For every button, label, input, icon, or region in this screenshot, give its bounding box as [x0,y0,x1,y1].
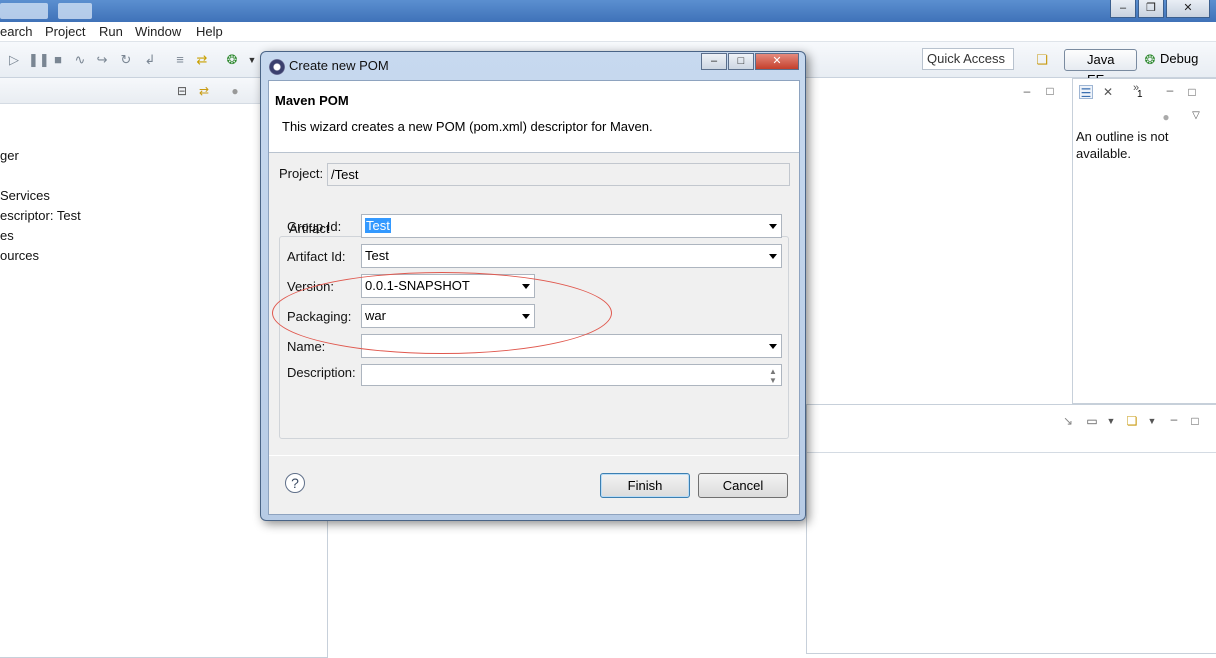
chevron-down-icon[interactable] [522,284,530,289]
project-field: /Test [327,163,790,186]
menu-bar: earch Project Run Window Help [0,22,1216,42]
suspend-icon[interactable]: ❚❚ [28,52,50,68]
scroll-arrows-icon[interactable]: ▲ ▼ [767,367,779,385]
outline-panel: ☰ ✕ » 1 – □ ● ▽ [1072,78,1216,404]
tree-item[interactable]: ger [0,148,19,163]
group-id-label: Group Id: [287,219,342,234]
wizard-banner: Maven POM This wizard creates a new POM … [269,81,799,153]
link-with-editor-icon[interactable]: ⇄ [197,84,211,98]
version-label: Version: [287,279,334,294]
tree-item[interactable]: Services [0,188,50,203]
step-return-icon[interactable]: ↲ [142,52,158,68]
maximize-icon[interactable]: □ [1188,414,1202,428]
sync-icon[interactable]: ● [1159,110,1173,124]
packaging-value: war [365,308,386,323]
debug-icon[interactable]: ❂ [224,52,240,68]
outline-header: ☰ ✕ » 1 – □ [1073,79,1216,105]
dialog-body: Maven POM This wizard creates a new POM … [268,80,800,515]
close-icon[interactable]: ✕ [1166,0,1210,18]
window-controls: – ❐ ✕ [1108,0,1210,18]
menu-search[interactable]: earch [0,24,33,39]
menu-run[interactable]: Run [99,24,123,39]
perspective-java-ee[interactable]: Java EE [1064,49,1137,87]
window-titlebar: – ❐ ✕ [0,0,1216,22]
dialog-title: Create new POM [289,58,389,73]
project-value: /Test [331,167,359,182]
chevron-down-icon[interactable] [769,224,777,229]
group-id-combo[interactable]: Test [361,214,782,238]
outline-message: An outline is not available. [1076,129,1169,161]
version-value: 0.0.1-SNAPSHOT [365,278,470,293]
menu-window[interactable]: Window [135,24,181,39]
taskbar-tab [58,3,92,19]
collapse-all-icon[interactable]: ⊟ [175,84,189,98]
maximize-icon[interactable]: □ [1043,84,1057,98]
tree-item[interactable]: es [0,228,14,243]
drop-to-frame-icon[interactable]: ⇄ [194,52,210,68]
project-label: Project: [279,166,324,181]
taskbar-tab [0,3,48,19]
description-label: Description: [287,365,356,380]
maximize-icon[interactable]: □ [1185,85,1199,99]
group-id-value: Test [365,218,391,233]
create-pom-dialog: Create new POM – □ ✕ Maven POM This wiza… [260,51,806,521]
maximize-icon[interactable]: □ [728,53,754,70]
view-menu-chevron-down-icon[interactable]: ▽ [1189,109,1203,123]
outline-icon[interactable]: ☰ [1079,85,1093,100]
menu-help[interactable]: Help [196,24,223,39]
name-label: Name: [287,339,326,354]
wizard-heading: Maven POM [275,93,349,108]
disconnect-icon[interactable]: ∿ [72,52,88,68]
resume-icon[interactable]: ▷ [6,52,22,68]
minimize-icon[interactable]: – [1020,84,1034,98]
overflow-count: 1 [1137,89,1143,100]
minimize-icon[interactable]: – [1167,412,1181,426]
packaging-label: Packaging: [287,309,352,324]
artifact-id-label: Artifact Id: [287,249,346,264]
chevron-down-icon[interactable] [769,254,777,259]
chevron-down-icon[interactable] [769,344,777,349]
artifact-id-combo[interactable]: Test [361,244,782,268]
artifact-id-value: Test [365,248,389,263]
chevron-down-icon[interactable]: ▼ [1104,414,1118,428]
minimize-icon[interactable]: – [701,53,727,70]
chevron-down-icon[interactable]: ▼ [244,52,260,68]
close-icon[interactable]: ✕ [1101,85,1115,99]
open-perspective-icon[interactable]: ❏ [1034,52,1050,68]
pin-icon[interactable]: ↘ [1061,414,1075,428]
close-icon[interactable]: ✕ [755,53,799,70]
step-into-icon[interactable]: ↪ [94,52,110,68]
tree-item[interactable]: escriptor: Test [0,208,81,223]
name-combo[interactable] [361,334,782,358]
maximize-icon[interactable]: ❐ [1138,0,1164,18]
minimize-icon[interactable]: – [1163,83,1177,97]
quick-access-input[interactable]: Quick Access [922,48,1014,70]
button-bar-separator [269,455,799,456]
use-step-filters-icon[interactable]: ≡ [172,52,188,68]
dialog-window-controls: – □ ✕ [700,53,799,70]
bottom-panel-divider [807,452,1216,453]
step-over-icon[interactable]: ↻ [118,52,134,68]
view-menu-icon[interactable]: ● [228,84,242,98]
open-console-icon[interactable]: ❏ [1125,414,1139,428]
minimize-icon[interactable]: – [1110,0,1136,18]
version-combo[interactable]: 0.0.1-SNAPSHOT [361,274,535,298]
description-textarea[interactable]: ▲ ▼ [361,364,782,386]
chevron-down-icon[interactable]: ▼ [1145,414,1159,428]
tree-item[interactable]: ources [0,248,39,263]
packaging-combo[interactable]: war [361,304,535,328]
help-icon[interactable]: ? [285,473,305,493]
wizard-description: This wizard creates a new POM (pom.xml) … [282,119,653,134]
terminate-icon[interactable]: ■ [50,52,66,68]
finish-button[interactable]: Finish [600,473,690,498]
bottom-panel: ↘ ▭ ▼ ❏ ▼ – □ [806,404,1216,654]
display-icon[interactable]: ▭ [1085,414,1099,428]
chevron-down-icon[interactable] [522,314,530,319]
cancel-button[interactable]: Cancel [698,473,788,498]
perspective-debug[interactable]: Debug [1156,49,1202,71]
menu-project[interactable]: Project [45,24,85,39]
eclipse-icon [269,59,285,75]
